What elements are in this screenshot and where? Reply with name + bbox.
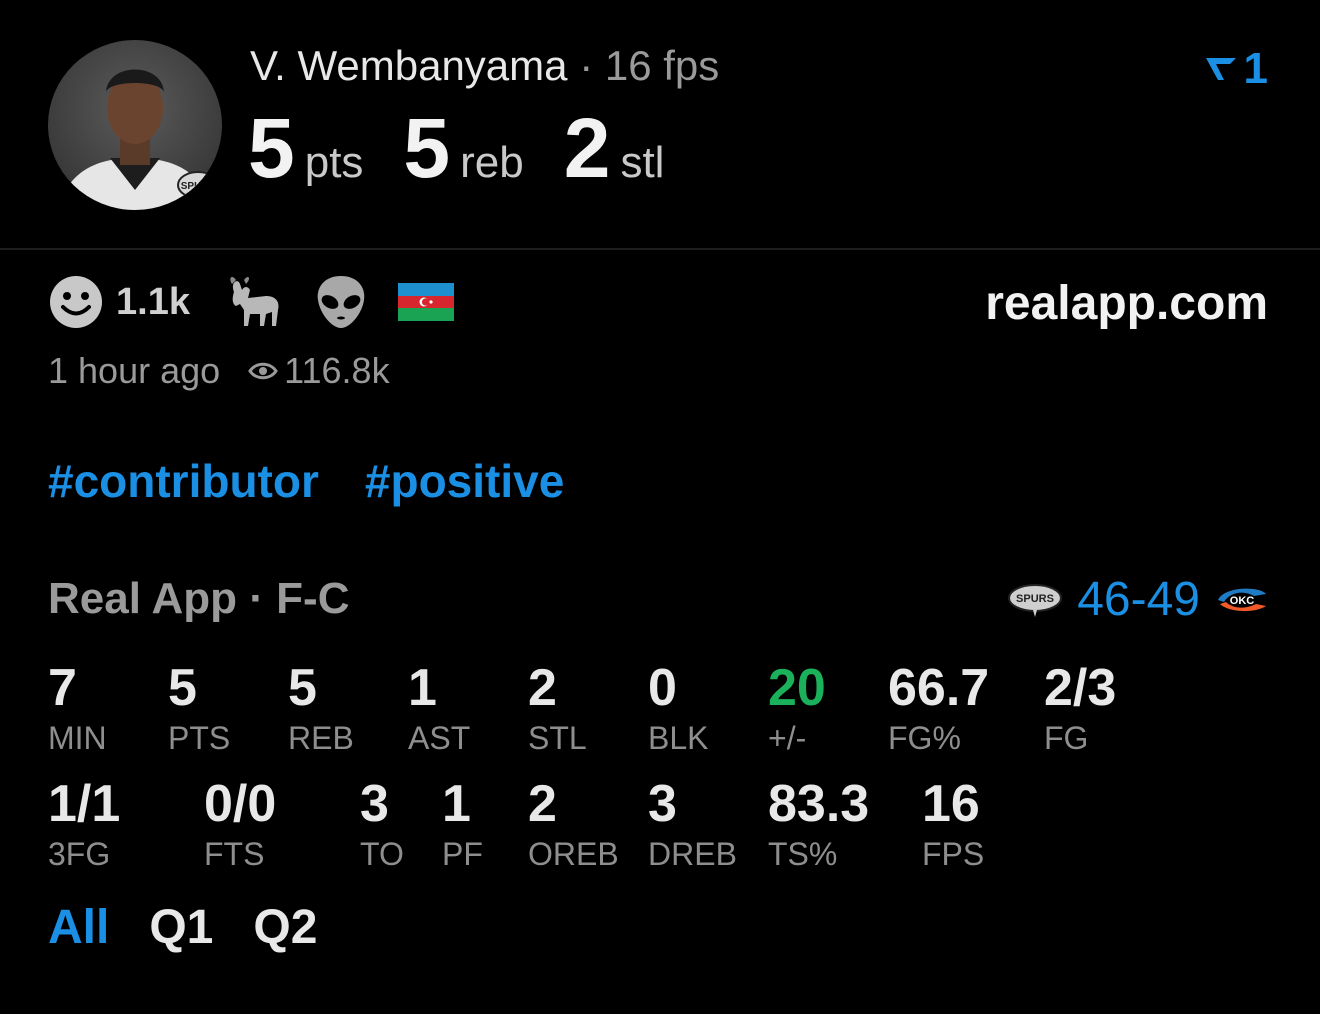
stat-label: AST: [408, 720, 471, 756]
headline-points-value: 5: [248, 101, 295, 195]
player-name[interactable]: V. Wembanyama: [250, 42, 568, 89]
stat-value: 7: [48, 659, 77, 717]
stat-oreb: 2 OREB: [528, 776, 619, 874]
game-score[interactable]: SPURS 46-49 OKC: [1007, 572, 1270, 627]
spurs-logo-icon: SPURS: [1008, 583, 1063, 617]
stat-value: 5: [288, 659, 317, 717]
stat-value: 1: [408, 659, 437, 717]
stat-3fg: 1/1 3FG: [48, 776, 120, 874]
reactions-bar: 1.1k: [48, 274, 454, 330]
stat-value: 2: [528, 659, 557, 717]
svg-text:OKC: OKC: [1230, 595, 1255, 607]
stat-label: FTS: [204, 836, 265, 872]
stat-min: 7 MIN: [48, 660, 107, 758]
stat-label: FG: [1044, 720, 1089, 756]
stat-value: 1/1: [48, 775, 121, 833]
fantasy-points: 16 fps: [604, 42, 720, 89]
smiley-icon[interactable]: [48, 274, 104, 330]
stat-label: FG%: [888, 720, 961, 756]
stat-label: OREB: [528, 836, 619, 872]
stat-value: 2: [528, 775, 557, 833]
stat-fps: 16 FPS: [922, 776, 984, 874]
headline-stats: 5 pts 5 reb 2 stl: [248, 100, 704, 197]
player-title-line: V. Wembanyama · 16 fps: [250, 42, 719, 90]
separator: ·: [579, 42, 594, 89]
stat-label: TO: [360, 836, 404, 872]
post-time: 1 hour ago: [48, 350, 221, 391]
stat-ast: 1 AST: [408, 660, 470, 758]
views: 116.8k: [248, 350, 390, 392]
stat-dreb: 3 DREB: [648, 776, 737, 874]
svg-text:SPURS: SPURS: [1016, 593, 1054, 605]
stat-fg: 2/3 FG: [1044, 660, 1116, 758]
stat-value: 66.7: [888, 659, 990, 717]
player-avatar[interactable]: SPURS: [48, 40, 222, 210]
rank-icon: [1205, 58, 1236, 80]
azerbaijan-flag-icon[interactable]: [397, 283, 454, 321]
stat-label: +/-: [768, 720, 807, 756]
site-link[interactable]: realapp.com: [985, 276, 1268, 331]
stat-value: 0/0: [204, 775, 277, 833]
stat-value: 3: [360, 775, 389, 833]
headline-steals-unit: stl: [620, 138, 665, 187]
stat-value: 83.3: [768, 775, 870, 833]
headline-rebounds-value: 5: [403, 101, 451, 195]
goat-icon[interactable]: [226, 274, 284, 330]
stat-label: MIN: [48, 720, 107, 756]
alien-icon[interactable]: [314, 274, 368, 330]
stat-stl: 2 STL: [528, 660, 587, 758]
stat-label: STL: [528, 720, 587, 756]
team-position: Real App · F-C: [48, 574, 350, 623]
tab-q2[interactable]: Q2: [253, 900, 317, 955]
tag-contributor[interactable]: #contributor: [48, 454, 319, 508]
stat-label: BLK: [648, 720, 709, 756]
stat-value: 20: [768, 659, 826, 717]
stat-ts-pct: 83.3 TS%: [768, 776, 869, 874]
eye-icon: [248, 362, 278, 380]
stat-label: PF: [442, 836, 483, 872]
tag-positive[interactable]: #positive: [365, 454, 564, 508]
stat-value: 16: [922, 775, 980, 833]
stat-label: DREB: [648, 836, 737, 872]
stat-to: 3 TO: [360, 776, 404, 874]
stat-value: 1: [442, 775, 471, 833]
stat-plus-minus: 20 +/-: [768, 660, 826, 758]
headline-rebounds-unit: reb: [460, 138, 524, 187]
divider: [0, 248, 1320, 250]
stat-label: REB: [288, 720, 354, 756]
stat-label: PTS: [168, 720, 231, 756]
stat-pts: 5 PTS: [168, 660, 230, 758]
svg-text:SPURS: SPURS: [181, 181, 216, 192]
stat-value: 0: [648, 659, 677, 717]
stat-value: 3: [648, 775, 677, 833]
tab-q1[interactable]: Q1: [149, 900, 213, 955]
stat-label: TS%: [768, 836, 838, 872]
stat-reb: 5 REB: [288, 660, 354, 758]
headline-steals-value: 2: [563, 101, 611, 195]
stat-value: 5: [168, 659, 197, 717]
views-count: 116.8k: [284, 350, 390, 391]
period-tabs: All Q1 Q2: [48, 900, 317, 955]
post-meta: 1 hour ago 116.8k: [48, 350, 390, 392]
stat-label: 3FG: [48, 836, 111, 872]
reaction-count[interactable]: 1.1k: [116, 281, 190, 324]
tags: #contributor #positive: [48, 454, 564, 508]
stat-blk: 0 BLK: [648, 660, 708, 758]
stat-fg-pct: 66.7 FG%: [888, 660, 989, 758]
stat-label: FPS: [922, 836, 985, 872]
tab-all[interactable]: All: [48, 900, 109, 955]
score-value: 46-49: [1077, 573, 1200, 626]
stat-pf: 1 PF: [442, 776, 483, 874]
rank-badge[interactable]: 1: [1204, 44, 1268, 94]
headline-points-unit: pts: [304, 138, 364, 187]
stat-fts: 0/0 FTS: [204, 776, 276, 874]
stat-value: 2/3: [1044, 659, 1117, 717]
rank-value: 1: [1243, 44, 1268, 93]
thunder-logo-icon: OKC: [1218, 588, 1266, 611]
